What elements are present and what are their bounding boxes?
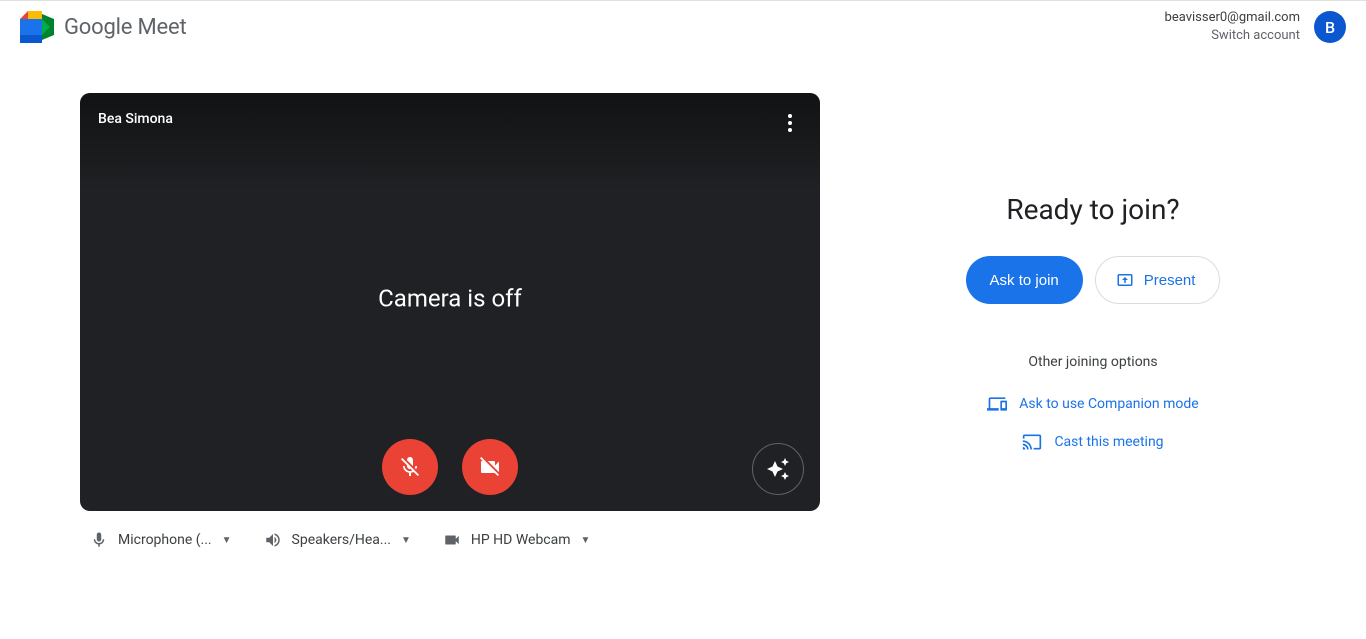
cast-meeting-link[interactable]: Cast this meeting xyxy=(1022,432,1163,452)
preview-participant-name: Bea Simona xyxy=(98,111,173,127)
mic-selector[interactable]: Microphone (... ▼ xyxy=(90,531,232,549)
cast-label: Cast this meeting xyxy=(1054,434,1163,450)
account-area: beavisser0@gmail.com Switch account B xyxy=(1165,9,1346,45)
videocam-off-icon xyxy=(478,455,502,479)
account-text: beavisser0@gmail.com Switch account xyxy=(1165,9,1300,45)
join-column: Ready to join? Ask to join Present Other… xyxy=(820,93,1366,549)
present-icon xyxy=(1116,271,1134,289)
brand-strong: Google xyxy=(64,15,132,40)
toggle-mic-button[interactable] xyxy=(382,439,438,495)
videocam-icon xyxy=(443,531,461,549)
camera-status-text: Camera is off xyxy=(378,285,522,313)
preview-gradient xyxy=(80,93,820,193)
main-content: Bea Simona Camera is off xyxy=(0,53,1366,549)
logo-area[interactable]: Google Meet xyxy=(18,11,186,43)
preview-more-button[interactable] xyxy=(772,105,808,141)
companion-label: Ask to use Companion mode xyxy=(1019,396,1198,412)
join-buttons: Ask to join Present xyxy=(966,256,1221,304)
account-email: beavisser0@gmail.com xyxy=(1165,9,1300,27)
meet-logo-icon xyxy=(18,11,56,43)
self-preview: Bea Simona Camera is off xyxy=(80,93,820,511)
camera-label: HP HD Webcam xyxy=(471,532,571,548)
chevron-down-icon: ▼ xyxy=(581,535,591,546)
cast-icon xyxy=(1022,432,1042,452)
present-button[interactable]: Present xyxy=(1095,256,1221,304)
chevron-down-icon: ▼ xyxy=(222,535,232,546)
speaker-selector[interactable]: Speakers/Hea... ▼ xyxy=(264,531,411,549)
other-options-label: Other joining options xyxy=(1028,354,1157,370)
brand-light: Meet xyxy=(138,15,187,40)
preview-controls xyxy=(382,439,518,495)
sparkle-icon xyxy=(766,457,790,481)
visual-effects-button[interactable] xyxy=(752,443,804,495)
preview-column: Bea Simona Camera is off xyxy=(80,93,820,549)
speaker-icon xyxy=(264,531,282,549)
mic-off-icon xyxy=(398,455,422,479)
mic-label: Microphone (... xyxy=(118,532,212,548)
mic-icon xyxy=(90,531,108,549)
chevron-down-icon: ▼ xyxy=(401,535,411,546)
companion-icon xyxy=(987,394,1007,414)
avatar[interactable]: B xyxy=(1314,11,1346,43)
speaker-label: Speakers/Hea... xyxy=(292,532,391,548)
brand-text: Google Meet xyxy=(64,15,186,40)
switch-account-link[interactable]: Switch account xyxy=(1165,27,1300,45)
device-row: Microphone (... ▼ Speakers/Hea... ▼ HP H… xyxy=(80,531,820,549)
camera-selector[interactable]: HP HD Webcam ▼ xyxy=(443,531,591,549)
header: Google Meet beavisser0@gmail.com Switch … xyxy=(0,0,1366,53)
companion-mode-link[interactable]: Ask to use Companion mode xyxy=(987,394,1198,414)
ready-title: Ready to join? xyxy=(1006,193,1179,226)
more-vert-icon xyxy=(788,114,792,132)
present-label: Present xyxy=(1144,272,1196,289)
toggle-camera-button[interactable] xyxy=(462,439,518,495)
ask-to-join-button[interactable]: Ask to join xyxy=(966,256,1083,304)
